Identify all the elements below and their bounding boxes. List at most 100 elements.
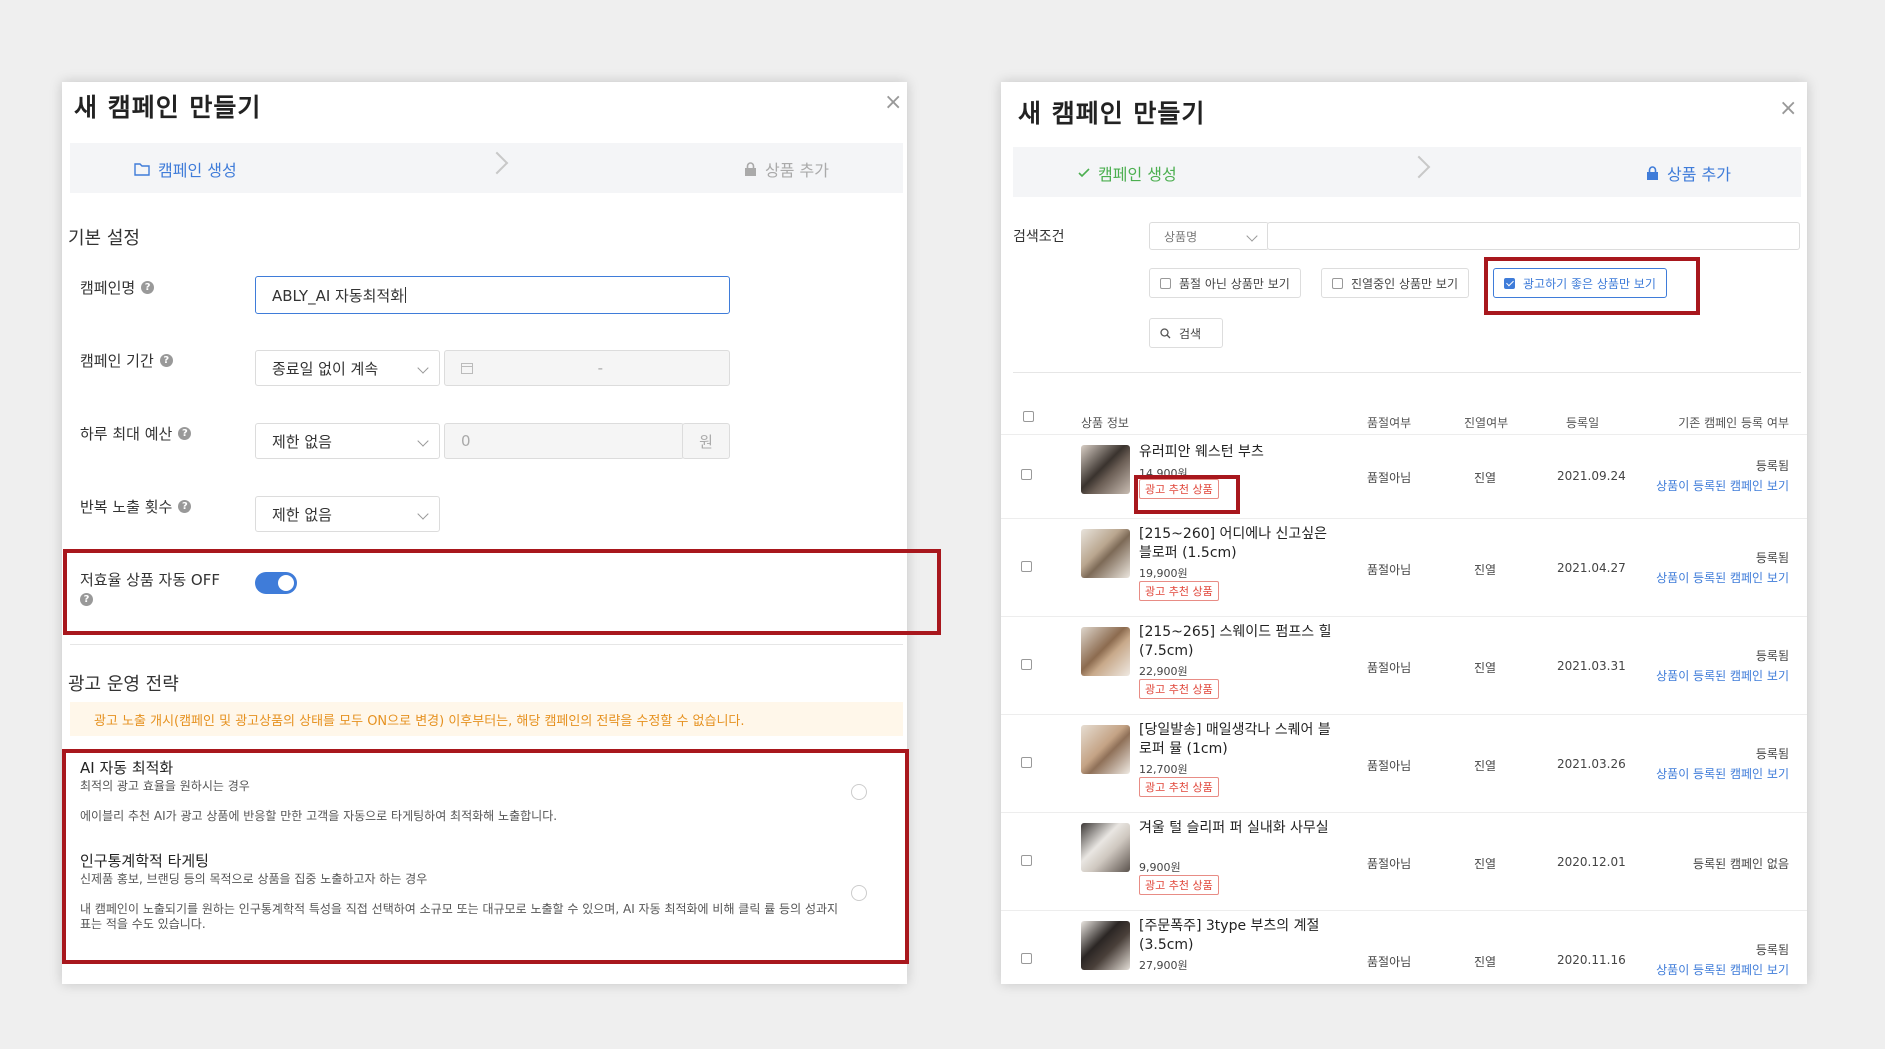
help-icon[interactable]: ?: [178, 500, 192, 513]
ad-recommend-badge: 광고 추천 상품: [1139, 581, 1219, 601]
campaign-registered: 등록됨: [1755, 649, 1789, 663]
display-status: 진열: [1474, 563, 1497, 577]
divider: [70, 644, 903, 645]
campaign-name-label: 캠페인명?: [80, 277, 155, 298]
search-field-select[interactable]: 상품명: [1149, 222, 1269, 250]
close-icon[interactable]: ×: [884, 90, 902, 115]
product-name: [215~265] 스웨이드 펌프스 힐 (7.5cm): [1139, 624, 1332, 659]
table-row[interactable]: 유러피안 웨스턴 부츠 14,900원 광고 추천 상품 품절아님 진열 202…: [1001, 434, 1807, 519]
product-price: 9,900원: [1139, 861, 1181, 874]
display-status: 진열: [1474, 661, 1497, 675]
view-campaign-link[interactable]: 상품이 등록된 캠페인 보기: [1656, 477, 1789, 494]
campaign-period-select[interactable]: 종료일 없이 계속: [255, 350, 440, 386]
daily-budget-amount-input: 0: [444, 423, 684, 459]
calendar-icon: [461, 363, 473, 374]
step-label: 상품 추가: [765, 161, 829, 180]
table-row[interactable]: [215~265] 스웨이드 펌프스 힐 (7.5cm) 22,900원 광고 …: [1001, 616, 1807, 715]
search-icon: [1160, 327, 1171, 338]
highlight-box-badge: [1134, 475, 1240, 514]
chevron-down-icon: [417, 362, 429, 374]
daily-budget-label: 하루 최대 예산?: [80, 423, 192, 444]
campaign-registered: 등록됨: [1755, 551, 1789, 565]
table-row[interactable]: [당일발송] 매일생각나 스퀘어 블로퍼 뮬 (1cm) 12,700원 광고 …: [1001, 714, 1807, 813]
step-campaign-create[interactable]: 캠페인 생성: [1078, 161, 1177, 185]
highlight-box-strategy: [62, 749, 909, 964]
step-add-product[interactable]: 상품 추가: [1646, 161, 1731, 185]
col-campaign-registered: 기존 캠페인 등록 여부: [1678, 416, 1789, 430]
chevron-down-icon: [417, 508, 429, 520]
row-checkbox[interactable]: [1021, 561, 1032, 572]
repeat-count-select[interactable]: 제한 없음: [255, 496, 440, 532]
register-date: 2021.04.27: [1557, 561, 1626, 575]
product-thumbnail: [1081, 445, 1130, 494]
help-icon[interactable]: ?: [141, 281, 155, 294]
checkbox[interactable]: [1160, 277, 1171, 289]
repeat-count-label: 반복 노출 횟수?: [80, 496, 192, 517]
product-name: 겨울 털 슬리퍼 퍼 실내화 사무실: [1139, 820, 1329, 836]
close-icon[interactable]: ×: [1779, 96, 1797, 121]
row-checkbox[interactable]: [1021, 659, 1032, 670]
display-status: 진열: [1474, 471, 1497, 485]
select-all-checkbox[interactable]: [1023, 411, 1034, 422]
view-campaign-link[interactable]: 상품이 등록된 캠페인 보기: [1656, 961, 1789, 978]
campaign-registered: 등록된 캠페인 없음: [1693, 857, 1789, 871]
col-date: 등록일: [1566, 416, 1600, 430]
help-icon[interactable]: ?: [178, 427, 192, 440]
daily-budget-select[interactable]: 제한 없음: [255, 423, 440, 459]
search-condition-label: 검색조건: [1013, 229, 1065, 245]
soldout-status: 품절아님: [1367, 857, 1412, 871]
view-campaign-link[interactable]: 상품이 등록된 캠페인 보기: [1656, 569, 1789, 586]
col-soldout: 품절여부: [1367, 416, 1412, 430]
chevron-right-icon: [485, 151, 509, 175]
table-row[interactable]: [주문폭주] 3type 부츠의 계절 (3.5cm) 27,900원 품절아님…: [1001, 910, 1807, 984]
help-icon[interactable]: ?: [159, 354, 173, 367]
register-date: 2021.09.24: [1557, 469, 1626, 483]
step-campaign-create[interactable]: 캠페인 생성: [134, 157, 237, 181]
row-checkbox[interactable]: [1021, 757, 1032, 768]
product-name: [주문폭주] 3type 부츠의 계절 (3.5cm): [1139, 918, 1320, 953]
product-thumbnail: [1081, 529, 1130, 578]
campaign-registered: 등록됨: [1755, 943, 1789, 957]
modal-title: 새 캠페인 만들기: [1018, 99, 1206, 128]
col-display: 진열여부: [1464, 416, 1509, 430]
row-checkbox[interactable]: [1021, 855, 1032, 866]
register-date: 2020.11.16: [1557, 953, 1626, 967]
step-bar: 캠페인 생성 상품 추가: [70, 143, 903, 193]
modal-title: 새 캠페인 만들기: [74, 93, 262, 122]
product-price: 27,900원: [1139, 959, 1188, 972]
table-row[interactable]: [215~260] 어디에나 신고싶은 블로퍼 (1.5cm) 19,900원 …: [1001, 518, 1807, 617]
row-checkbox[interactable]: [1021, 469, 1032, 480]
product-name: 유러피안 웨스턴 부츠: [1139, 444, 1264, 460]
display-status: 진열: [1474, 759, 1497, 773]
table-row[interactable]: 겨울 털 슬리퍼 퍼 실내화 사무실 9,900원 광고 추천 상품 품절아님 …: [1001, 812, 1807, 911]
lock-icon: [1647, 166, 1658, 180]
filter-not-soldout[interactable]: 품절 아닌 상품만 보기: [1149, 268, 1301, 298]
budget-unit: 원: [682, 423, 730, 459]
view-campaign-link[interactable]: 상품이 등록된 캠페인 보기: [1656, 765, 1789, 782]
row-checkbox[interactable]: [1021, 953, 1032, 964]
view-campaign-link[interactable]: 상품이 등록된 캠페인 보기: [1656, 667, 1789, 684]
campaign-name-input[interactable]: ABLY_AI 자동최적화: [255, 276, 730, 314]
step-add-product[interactable]: 상품 추가: [744, 157, 829, 181]
register-date: 2021.03.31: [1557, 659, 1626, 673]
register-date: 2020.12.01: [1557, 855, 1626, 869]
campaign-registered: 등록됨: [1755, 747, 1789, 761]
checkbox[interactable]: [1332, 277, 1343, 289]
filter-displayed[interactable]: 진열중인 상품만 보기: [1321, 268, 1469, 298]
campaign-registered: 등록됨: [1755, 459, 1789, 473]
search-button[interactable]: 검색: [1149, 318, 1223, 348]
folder-icon: [134, 163, 150, 176]
ad-recommend-badge: 광고 추천 상품: [1139, 875, 1219, 895]
ad-recommend-badge: 광고 추천 상품: [1139, 777, 1219, 797]
soldout-status: 품절아님: [1367, 759, 1412, 773]
product-thumbnail: [1081, 921, 1130, 970]
lock-icon: [745, 162, 756, 176]
search-input[interactable]: [1267, 222, 1800, 250]
check-icon: [1078, 168, 1090, 178]
product-price: 19,900원: [1139, 567, 1188, 580]
product-name: [215~260] 어디에나 신고싶은 블로퍼 (1.5cm): [1139, 526, 1328, 561]
ad-strategy-title: 광고 운영 전략: [68, 674, 179, 695]
create-campaign-modal-right: 새 캠페인 만들기 × 캠페인 생성 상품 추가 검색조건 상품명 품절 아닌 …: [1001, 82, 1807, 984]
product-thumbnail: [1081, 725, 1130, 774]
basic-settings-title: 기본 설정: [68, 228, 140, 249]
